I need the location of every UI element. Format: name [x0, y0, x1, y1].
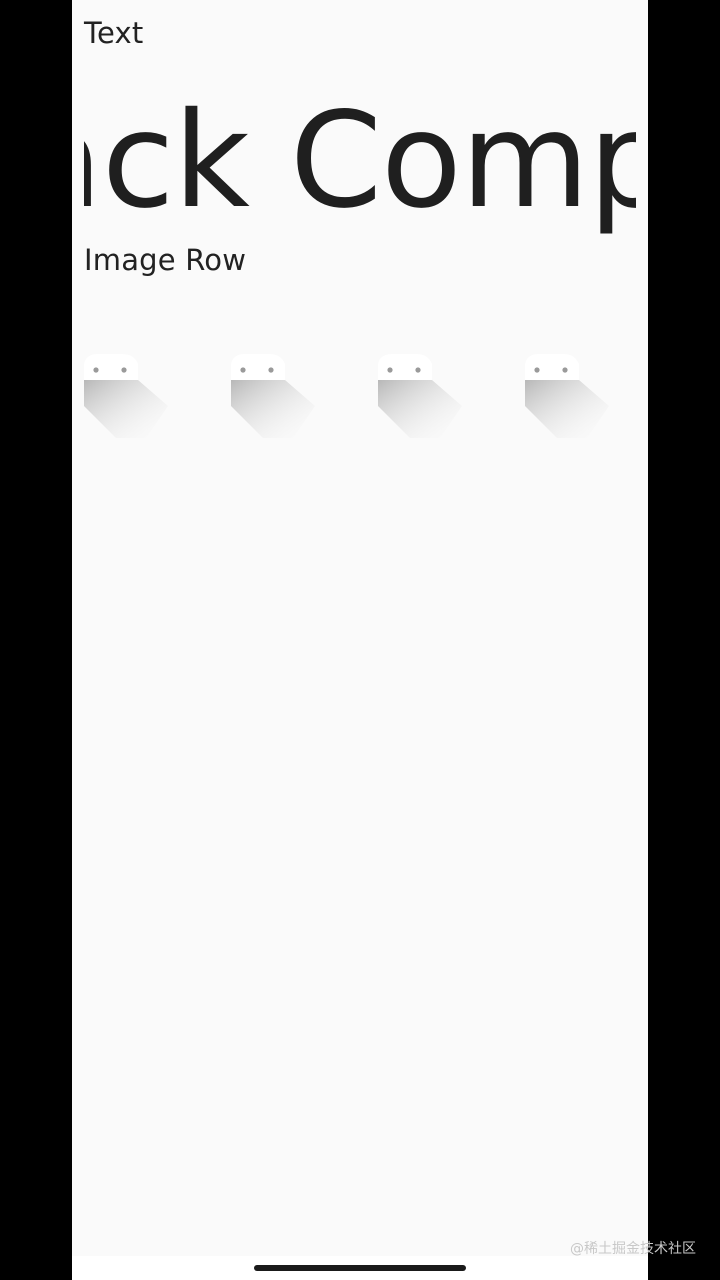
android-icon: [231, 354, 315, 438]
section-title-image-row: Image Row: [84, 243, 247, 277]
marquee-container: ack Comp: [84, 86, 636, 236]
section-title-text: Text: [84, 16, 144, 50]
navigation-bar: [72, 1256, 648, 1280]
home-indicator[interactable]: [254, 1265, 466, 1271]
app-screen: Text ack Comp Image Row: [72, 0, 648, 1256]
android-icon: [525, 354, 609, 438]
image-row: [84, 340, 636, 460]
android-icon: [378, 354, 462, 438]
marquee-text: ack Comp: [84, 86, 636, 236]
watermark: @稀土掘金技术社区: [570, 1241, 696, 1257]
android-icon: [84, 354, 168, 438]
